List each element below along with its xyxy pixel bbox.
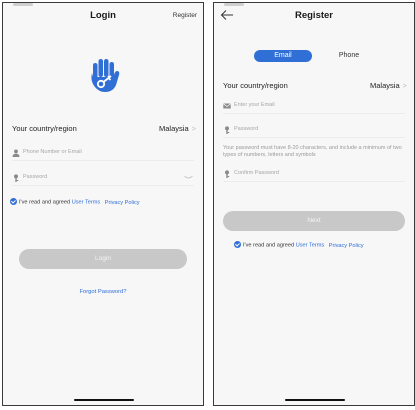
checkmark-icon[interactable] xyxy=(10,198,17,205)
email-field[interactable]: Enter your Email xyxy=(223,101,405,114)
password-hint: Your password must have 8-20 characters,… xyxy=(223,145,402,158)
eye-closed-icon[interactable] xyxy=(184,175,193,180)
email-placeholder: Enter your Email xyxy=(234,102,275,108)
agreement-row: I've read and agreed User Terms Privacy … xyxy=(10,198,140,206)
register-header: Register xyxy=(214,3,414,31)
region-label: Your country/region xyxy=(223,81,288,90)
agreement-text: I've read and agreed xyxy=(19,199,71,206)
privacy-policy-link[interactable]: Privacy Policy xyxy=(105,200,140,206)
phone-email-placeholder: Phone Number or Email xyxy=(23,149,82,155)
register-screen: Register Email Phone Your country/region… xyxy=(213,2,415,406)
region-value: Malaysia > xyxy=(159,124,196,133)
chevron-right-icon: > xyxy=(402,81,407,90)
register-link[interactable]: Register xyxy=(173,12,197,19)
agreement-row: I've read and agreed User Terms Privacy … xyxy=(234,241,364,249)
login-screen: Login Register Your country/region Malay… xyxy=(2,2,204,406)
login-header: Login Register xyxy=(3,3,203,31)
home-indicator xyxy=(285,398,345,401)
user-terms-link[interactable]: User Terms xyxy=(296,243,325,249)
forgot-password-link[interactable]: Forgot Password? xyxy=(3,289,203,295)
password-placeholder: Password xyxy=(23,174,48,180)
phone-email-field[interactable]: Phone Number or Email xyxy=(12,148,194,161)
tab-phone[interactable]: Phone xyxy=(320,50,378,62)
key-icon xyxy=(14,174,19,182)
next-button[interactable]: Next xyxy=(223,211,405,231)
chevron-right-icon: > xyxy=(191,124,196,133)
agreement-text: I've read and agreed xyxy=(243,242,295,249)
user-terms-link[interactable]: User Terms xyxy=(72,200,101,206)
password-placeholder: Password xyxy=(234,126,259,132)
password-field[interactable]: Password xyxy=(12,173,194,186)
confirm-password-field[interactable]: Confirm Password xyxy=(223,169,405,182)
password-field[interactable]: Password xyxy=(223,125,405,138)
user-icon xyxy=(12,149,20,157)
envelope-icon xyxy=(223,103,231,109)
region-row[interactable]: Your country/region Malaysia > xyxy=(3,124,203,136)
key-icon xyxy=(225,126,230,134)
privacy-policy-link[interactable]: Privacy Policy xyxy=(329,243,364,249)
register-method-tabs: Email Phone xyxy=(254,50,378,62)
region-label: Your country/region xyxy=(12,124,77,133)
page-title: Register xyxy=(294,10,333,21)
login-button[interactable]: Login xyxy=(19,249,187,269)
region-row[interactable]: Your country/region Malaysia > xyxy=(214,81,414,93)
hand-key-logo-icon xyxy=(91,59,120,92)
checkmark-icon[interactable] xyxy=(234,241,241,248)
key-icon xyxy=(225,170,230,178)
home-indicator xyxy=(74,398,134,401)
tab-email[interactable]: Email xyxy=(254,50,312,62)
region-value: Malaysia > xyxy=(370,81,407,90)
confirm-password-placeholder: Confirm Password xyxy=(234,170,279,176)
